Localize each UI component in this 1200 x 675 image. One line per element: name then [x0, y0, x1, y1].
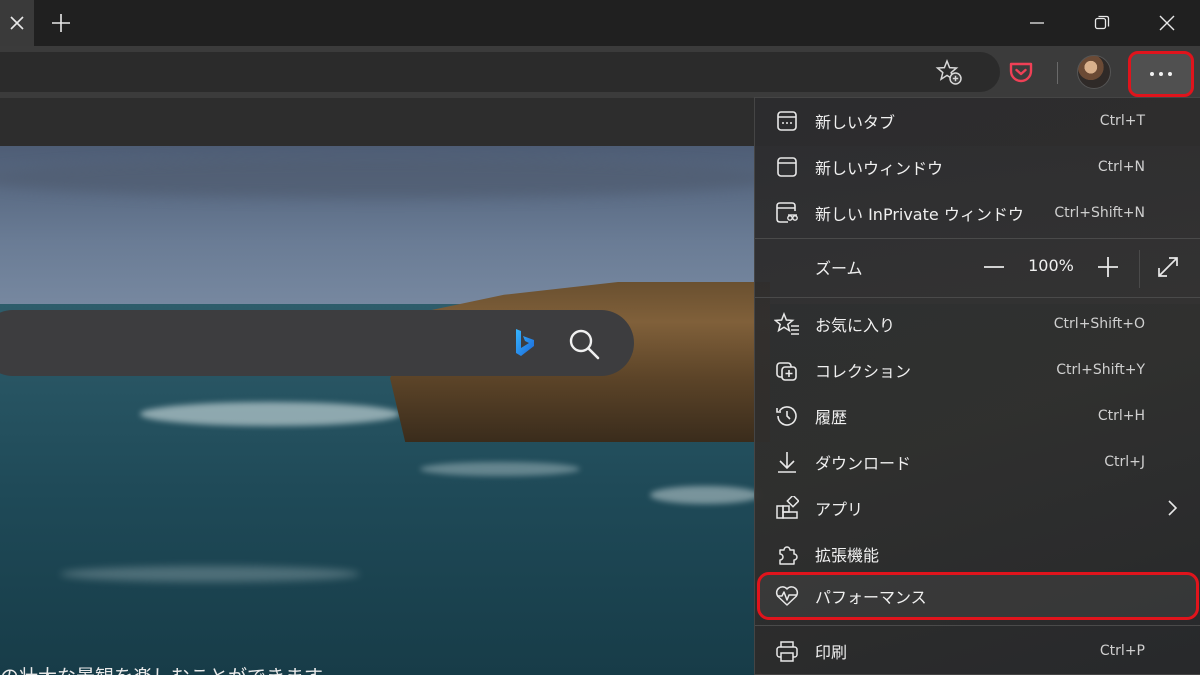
settings-and-more-button[interactable]: [1128, 51, 1194, 97]
menu-item-shortcut: Ctrl+J: [1104, 454, 1145, 470]
collections-icon: [773, 356, 801, 384]
close-icon: [10, 16, 24, 30]
close-tab-button[interactable]: [0, 0, 34, 46]
menu-item-label: ダウンロード: [815, 454, 912, 473]
menu-item-new-inprivate-window[interactable]: 新しい InPrivate ウィンドウ Ctrl+Shift+N: [755, 190, 1200, 236]
wave-foam: [60, 566, 360, 582]
close-icon: [1159, 15, 1175, 31]
menu-item-shortcut: Ctrl+Shift+O: [1053, 316, 1145, 332]
zoom-divider: [1139, 250, 1140, 288]
extensions-icon: [773, 540, 801, 568]
new-tab-icon: [773, 107, 801, 135]
expand-icon: [1158, 257, 1178, 277]
menu-item-label: コレクション: [815, 362, 912, 381]
history-icon: [773, 402, 801, 430]
menu-item-label: 新しいウィンドウ: [815, 159, 944, 178]
menu-item-shortcut: Ctrl+P: [1099, 643, 1145, 659]
menu-divider: [755, 625, 1200, 626]
tab-bar: [0, 0, 1200, 46]
add-favorite-button[interactable]: [930, 54, 968, 90]
menu-item-shortcut: Ctrl+T: [1099, 113, 1145, 129]
zoom-in-button[interactable]: [1091, 254, 1125, 280]
wave-foam: [140, 402, 400, 426]
pocket-button[interactable]: [1002, 54, 1040, 90]
bing-icon[interactable]: [510, 326, 540, 360]
background-caption: の壮大な景観を楽しむことができます: [0, 662, 323, 675]
zoom-value: 100%: [1028, 256, 1074, 275]
menu-item-label: 新しい InPrivate ウィンドウ: [815, 205, 1024, 224]
background-cloud: [0, 158, 780, 198]
menu-item-print[interactable]: 印刷 Ctrl+P: [755, 628, 1200, 674]
menu-item-collections[interactable]: コレクション Ctrl+Shift+Y: [755, 347, 1200, 393]
menu-item-performance[interactable]: パフォーマンス: [755, 573, 1200, 619]
inprivate-icon: [773, 199, 801, 227]
wave-foam: [650, 486, 760, 504]
chevron-right-icon: [1168, 500, 1178, 516]
menu-item-label: パフォーマンス: [815, 588, 927, 607]
zoom-label: ズーム: [815, 259, 863, 278]
download-icon: [773, 448, 801, 476]
toolbar-divider: [1057, 62, 1058, 84]
minus-icon: [984, 266, 1004, 268]
search-icon[interactable]: [566, 326, 602, 362]
restore-button[interactable]: [1070, 0, 1134, 46]
favorite-add-icon: [935, 58, 962, 85]
menu-item-history[interactable]: 履歴 Ctrl+H: [755, 393, 1200, 439]
more-icon: [1150, 72, 1172, 76]
full-screen-button[interactable]: [1153, 252, 1183, 282]
apps-icon: [773, 494, 801, 522]
new-tab-button[interactable]: [44, 6, 78, 40]
menu-item-label: アプリ: [815, 500, 864, 519]
wave-foam: [420, 462, 580, 476]
zoom-out-button[interactable]: [977, 254, 1011, 280]
settings-menu: 新しいタブ Ctrl+T 新しいウィンドウ Ctrl+N 新しい InPriva…: [754, 97, 1200, 675]
minimize-icon: [1030, 22, 1044, 24]
pocket-icon: [1009, 62, 1033, 83]
menu-item-new-tab[interactable]: 新しいタブ Ctrl+T: [755, 98, 1200, 144]
address-bar[interactable]: [0, 52, 1000, 92]
menu-item-shortcut: Ctrl+Shift+N: [1054, 205, 1145, 221]
menu-item-favorites[interactable]: お気に入り Ctrl+Shift+O: [755, 301, 1200, 347]
menu-item-shortcut: Ctrl+Shift+Y: [1056, 362, 1145, 378]
toolbar: [0, 46, 1200, 98]
close-window-button[interactable]: [1135, 0, 1199, 46]
menu-divider: [755, 238, 1200, 239]
new-window-icon: [773, 153, 801, 181]
menu-item-new-window[interactable]: 新しいウィンドウ Ctrl+N: [755, 144, 1200, 190]
menu-item-label: 印刷: [815, 643, 848, 662]
menu-item-label: 新しいタブ: [815, 113, 896, 132]
performance-icon: [773, 582, 801, 610]
menu-item-shortcut: Ctrl+H: [1097, 408, 1145, 424]
profile-avatar[interactable]: [1077, 55, 1111, 89]
menu-divider: [755, 297, 1200, 298]
plus-icon: [1098, 257, 1118, 277]
restore-icon: [1094, 15, 1110, 30]
minimize-button[interactable]: [1005, 0, 1069, 46]
favorites-icon: [773, 310, 801, 338]
menu-item-extensions[interactable]: 拡張機能: [755, 531, 1200, 577]
menu-item-label: お気に入り: [815, 316, 896, 335]
menu-item-label: 履歴: [815, 408, 848, 427]
menu-item-downloads[interactable]: ダウンロード Ctrl+J: [755, 439, 1200, 485]
plus-icon: [52, 14, 70, 32]
menu-item-label: 拡張機能: [815, 546, 880, 565]
menu-item-shortcut: Ctrl+N: [1097, 159, 1145, 175]
print-icon: [773, 637, 801, 665]
menu-item-apps[interactable]: アプリ: [755, 485, 1200, 531]
